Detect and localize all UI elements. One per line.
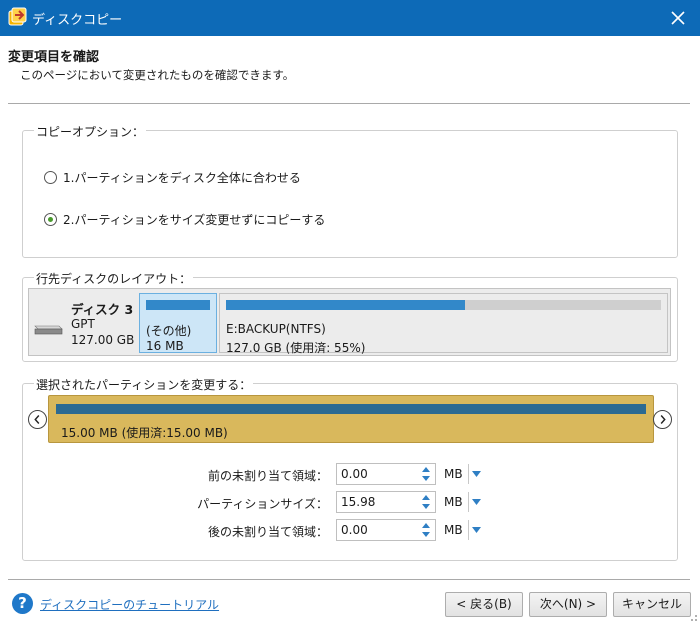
close-icon[interactable] — [664, 4, 692, 32]
option-fit-partitions-label: 1.パーティションをディスク全体に合わせる — [63, 170, 301, 185]
partition-size-input[interactable]: 15.98 — [336, 491, 436, 513]
window-title: ディスクコピー — [32, 13, 123, 28]
unallocated-before-input[interactable]: 0.00 — [336, 463, 436, 485]
spin-down-icon[interactable] — [420, 502, 432, 511]
partition-other-size: 16 MB — [146, 339, 184, 353]
cancel-button[interactable]: キャンセル — [613, 592, 691, 617]
partition-resize-handle[interactable]: 15.00 MB (使用済:15.00 MB) — [48, 395, 654, 443]
unallocated-after-label: 後の未割り当て領域： — [207, 525, 328, 539]
partition-other-usage-bar — [146, 300, 210, 310]
partition-backup-usage-bar — [226, 300, 661, 310]
next-button[interactable]: 次へ(N) > — [529, 592, 607, 617]
unallocated-before-value[interactable]: 0.00 — [341, 467, 368, 481]
spin-up-icon[interactable] — [420, 493, 432, 502]
option-copy-without-resize[interactable]: 2.パーティションをサイズ変更せずにコピーする — [44, 210, 325, 228]
spin-up-icon[interactable] — [420, 465, 432, 474]
title-bar: ディスクコピー — [0, 0, 700, 36]
unit-dropdown-icon[interactable] — [472, 527, 481, 533]
unallocated-after-input[interactable]: 0.00 — [336, 519, 436, 541]
help-icon[interactable]: ? — [12, 593, 33, 614]
partition-backup-size: 127.0 GB (使用済: 55%) — [226, 341, 366, 355]
disk-info: ディスク 3 GPT 127.00 GB — [29, 289, 139, 355]
move-right-icon[interactable] — [653, 410, 672, 429]
copy-options-label: コピーオプション： — [34, 123, 147, 140]
partition-other-label: (その他) — [146, 324, 192, 338]
partition-backup-label: E:BACKUP(NTFS) — [226, 322, 326, 336]
unit-divider — [468, 464, 469, 484]
resize-grip-icon[interactable] — [688, 612, 698, 622]
partition-size-label: パーティションサイズ： — [197, 497, 328, 511]
header-divider — [8, 103, 690, 104]
unit-dropdown-icon[interactable] — [472, 499, 481, 505]
move-left-icon[interactable] — [28, 410, 47, 429]
disk-type: GPT — [71, 317, 95, 331]
partition-other[interactable]: (その他) 16 MB — [139, 293, 217, 353]
unallocated-before-label: 前の未割り当て領域： — [207, 469, 328, 483]
partition-backup-usage-fill — [226, 300, 466, 310]
change-partition-label: 選択されたパーティションを変更する： — [34, 376, 254, 393]
tutorial-link[interactable]: ディスクコピーのチュートリアル — [40, 596, 219, 613]
unallocated-before-unit: MB — [444, 467, 463, 481]
unit-divider — [468, 520, 469, 540]
disk-name: ディスク 3 — [71, 302, 134, 317]
option-copy-without-resize-label: 2.パーティションをサイズ変更せずにコピーする — [63, 212, 326, 227]
radio-copy-without-resize[interactable] — [44, 212, 57, 226]
partition-other-usage-fill — [146, 300, 210, 310]
back-button[interactable]: < 戻る(B) — [445, 592, 523, 617]
disk-copy-app-icon — [8, 7, 27, 26]
partition-backup[interactable]: E:BACKUP(NTFS) 127.0 GB (使用済: 55%) — [219, 293, 668, 355]
page-subtitle: このページにおいて変更されたものを確認できます。 — [20, 68, 295, 82]
spin-down-icon[interactable] — [420, 530, 432, 539]
partition-size-unit: MB — [444, 495, 463, 509]
spin-up-icon[interactable] — [420, 521, 432, 530]
footer-divider — [8, 579, 690, 580]
page-title: 変更項目を確認 — [8, 50, 100, 65]
option-fit-partitions[interactable]: 1.パーティションをディスク全体に合わせる — [44, 168, 301, 186]
disk-size: 127.00 GB — [71, 333, 135, 347]
disk-map: ディスク 3 GPT 127.00 GB (その他) 16 MB E:BACKU… — [28, 288, 671, 356]
disk-layout-label: 行先ディスクのレイアウト： — [34, 270, 194, 287]
radio-fit-partitions[interactable] — [44, 170, 57, 184]
unit-dropdown-icon[interactable] — [472, 471, 481, 477]
hard-drive-icon — [34, 325, 63, 335]
partition-size-value[interactable]: 15.98 — [341, 495, 375, 509]
unallocated-after-unit: MB — [444, 523, 463, 537]
partition-resize-summary: 15.00 MB (使用済:15.00 MB) — [61, 426, 228, 440]
partition-resize-bar — [56, 404, 646, 414]
unallocated-after-value[interactable]: 0.00 — [341, 523, 368, 537]
copy-options-group — [22, 130, 678, 258]
unit-divider — [468, 492, 469, 512]
spin-down-icon[interactable] — [420, 474, 432, 483]
